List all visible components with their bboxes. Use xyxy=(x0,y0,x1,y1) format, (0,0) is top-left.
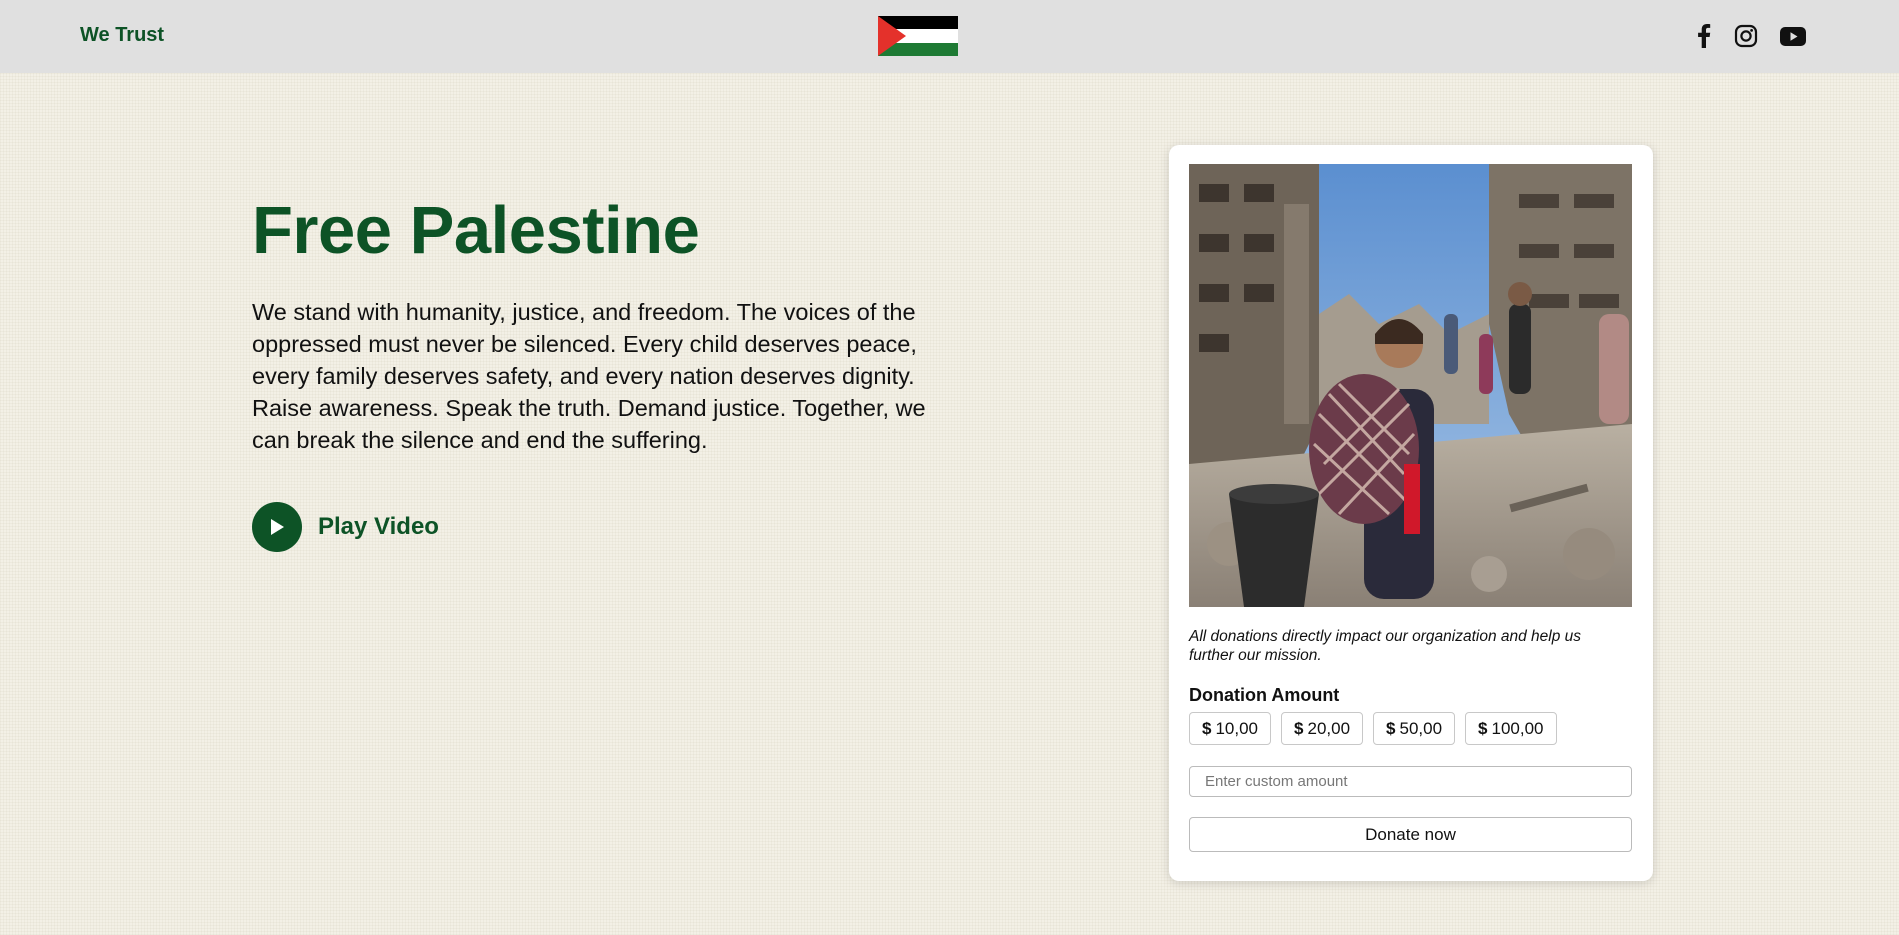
play-icon[interactable] xyxy=(252,502,302,552)
play-video-label[interactable]: Play Video xyxy=(318,513,439,541)
youtube-icon[interactable] xyxy=(1779,22,1807,50)
page-title: Free Palestine xyxy=(252,193,700,268)
dollar-icon: $ xyxy=(1386,718,1396,738)
amount-value: 20,00 xyxy=(1307,718,1351,738)
dollar-icon: $ xyxy=(1294,718,1304,738)
brand-logo-text[interactable]: We Trust xyxy=(80,24,164,47)
amount-options: $ 10,00 $ 20,00 $ 50,00 $ 100,00 xyxy=(1189,712,1567,745)
donation-photo xyxy=(1189,164,1632,607)
donate-now-button[interactable]: Donate now xyxy=(1189,817,1632,852)
dollar-icon: $ xyxy=(1478,718,1488,738)
play-video-button[interactable]: Play Video xyxy=(252,502,439,552)
amount-value: 10,00 xyxy=(1215,718,1259,738)
instagram-icon[interactable] xyxy=(1732,22,1760,50)
custom-amount-input[interactable] xyxy=(1189,766,1632,797)
amount-option-100[interactable]: $ 100,00 xyxy=(1465,712,1557,745)
dollar-icon: $ xyxy=(1202,718,1212,738)
hero-description: We stand with humanity, justice, and fre… xyxy=(252,299,926,453)
donation-note: All donations directly impact our organi… xyxy=(1189,628,1582,664)
donation-card: All donations directly impact our organi… xyxy=(1169,145,1653,881)
amount-value: 100,00 xyxy=(1491,718,1544,738)
amount-option-20[interactable]: $ 20,00 xyxy=(1281,712,1364,745)
facebook-icon[interactable] xyxy=(1690,22,1718,50)
palestine-flag-icon xyxy=(878,16,958,56)
amount-option-50[interactable]: $ 50,00 xyxy=(1373,712,1456,745)
donation-amount-label: Donation Amount xyxy=(1189,685,1340,705)
amount-value: 50,00 xyxy=(1399,718,1443,738)
site-header: We Trust xyxy=(0,0,1899,73)
amount-option-10[interactable]: $ 10,00 xyxy=(1189,712,1272,745)
